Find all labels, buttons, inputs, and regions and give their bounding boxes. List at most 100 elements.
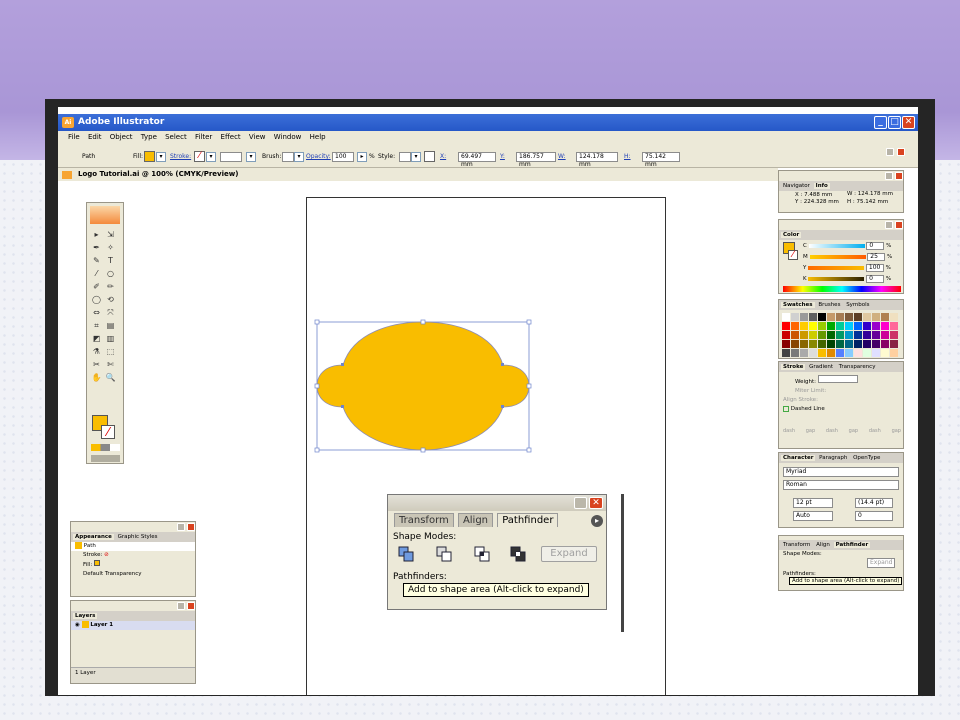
tab-pathfinder[interactable]: Pathfinder xyxy=(497,513,559,527)
appearance-close[interactable] xyxy=(187,523,195,531)
color-swatch[interactable] xyxy=(809,331,817,339)
color-swatch[interactable] xyxy=(818,322,826,330)
scale-tool-icon[interactable]: ⟲ xyxy=(104,294,117,306)
opacity-input[interactable]: 100 xyxy=(332,152,354,162)
menu-effect[interactable]: Effect xyxy=(221,133,241,141)
color-swatch[interactable] xyxy=(809,322,817,330)
color-swatch[interactable] xyxy=(818,349,826,357)
color-swatch[interactable] xyxy=(791,331,799,339)
channel-c-slider[interactable] xyxy=(808,243,865,248)
rotate-tool-icon[interactable]: ◯ xyxy=(90,294,103,306)
color-swatch[interactable] xyxy=(872,340,880,348)
color-swatch[interactable] xyxy=(863,349,871,357)
visibility-eye-icon[interactable]: ◉ xyxy=(75,622,80,628)
color-swatch[interactable] xyxy=(809,313,817,321)
tab-character[interactable]: Character xyxy=(781,455,816,461)
scissors-tool-icon[interactable]: ✂ xyxy=(90,359,103,371)
color-swatch[interactable] xyxy=(827,340,835,348)
gradient-tool-icon[interactable]: ▥ xyxy=(104,333,117,345)
blend-tool-icon[interactable]: ⬚ xyxy=(104,346,117,358)
color-swatch[interactable] xyxy=(827,331,835,339)
tab-opentype[interactable]: OpenType xyxy=(851,455,882,461)
stroke-dropdown[interactable]: ▾ xyxy=(206,152,216,162)
menu-object[interactable]: Object xyxy=(110,133,133,141)
color-swatch[interactable] xyxy=(818,313,826,321)
color-swatch[interactable] xyxy=(836,340,844,348)
direct-selection-tool-icon[interactable]: ⇲ xyxy=(104,229,117,241)
color-swatch[interactable] xyxy=(827,322,835,330)
color-swatch[interactable] xyxy=(881,340,889,348)
tab-transform-small[interactable]: Transform xyxy=(781,542,812,548)
color-swatch[interactable] xyxy=(809,349,817,357)
tracking-input[interactable]: 0 xyxy=(855,511,893,521)
font-family-select[interactable]: Myriad xyxy=(783,467,899,477)
color-swatch[interactable] xyxy=(791,313,799,321)
expand-button[interactable]: Expand xyxy=(541,546,597,562)
leading-input[interactable]: (14.4 pt) xyxy=(855,498,893,508)
menu-filter[interactable]: Filter xyxy=(195,133,212,141)
eyedropper-tool-icon[interactable]: ⚗ xyxy=(90,346,103,358)
style-swatch[interactable] xyxy=(399,152,411,162)
stroke-none-swatch[interactable]: ⁄ xyxy=(194,151,205,162)
color-swatch[interactable] xyxy=(836,349,844,357)
opacity-dropdown[interactable]: ▸ xyxy=(357,152,367,162)
color-swatch[interactable] xyxy=(890,340,898,348)
menu-file[interactable]: File xyxy=(68,133,80,141)
tab-layers[interactable]: Layers xyxy=(73,613,98,619)
eraser-tool-icon[interactable]: ✏ xyxy=(104,281,117,293)
color-minimize[interactable] xyxy=(885,221,893,229)
color-stroke-swatch[interactable]: ⁄ xyxy=(788,250,798,260)
selected-path-shape[interactable] xyxy=(313,317,533,457)
color-swatch[interactable] xyxy=(881,331,889,339)
pathfinder-zoomed-minimize[interactable] xyxy=(574,497,587,509)
color-swatch[interactable] xyxy=(872,313,880,321)
subtract-from-shape-area-icon[interactable] xyxy=(436,546,452,562)
appearance-transparency-row[interactable]: Default Transparency xyxy=(71,570,195,579)
color-swatch[interactable] xyxy=(863,340,871,348)
layers-minimize[interactable] xyxy=(177,602,185,610)
pencil-tool-icon[interactable]: ✎ xyxy=(90,255,103,267)
tab-transform[interactable]: Transform xyxy=(394,513,454,527)
color-swatch[interactable] xyxy=(845,331,853,339)
color-swatch[interactable] xyxy=(863,322,871,330)
type-tool-icon[interactable]: T xyxy=(104,255,117,267)
color-swatch[interactable] xyxy=(782,313,790,321)
brush-swatch[interactable] xyxy=(282,152,294,162)
screen-mode-buttons[interactable] xyxy=(91,455,120,462)
layer-row[interactable]: ◉ Layer 1 xyxy=(71,621,195,630)
channel-m[interactable]: M 25 % xyxy=(803,252,903,263)
fill-dropdown[interactable]: ▾ xyxy=(156,152,166,162)
tab-gradient[interactable]: Gradient xyxy=(807,364,835,370)
appearance-item[interactable]: Path xyxy=(71,542,195,551)
channel-y-slider[interactable] xyxy=(808,265,865,270)
menu-edit[interactable]: Edit xyxy=(88,133,102,141)
menu-help[interactable]: Help xyxy=(310,133,326,141)
color-swatch[interactable] xyxy=(845,349,853,357)
brush-tool-icon[interactable]: ✐ xyxy=(90,281,103,293)
opacity-label[interactable]: Opacity: xyxy=(306,153,331,160)
menu-type[interactable]: Type xyxy=(141,133,157,141)
style-dropdown[interactable]: ▾ xyxy=(411,152,421,162)
navigator-close[interactable] xyxy=(895,172,903,180)
color-swatch[interactable] xyxy=(818,340,826,348)
tab-graphic-styles[interactable]: Graphic Styles xyxy=(116,534,160,540)
color-swatch[interactable] xyxy=(863,331,871,339)
channel-c[interactable]: C 0 % xyxy=(803,241,903,252)
x-input[interactable]: 69.497 mm xyxy=(458,152,496,168)
w-label[interactable]: W: xyxy=(558,153,566,160)
color-swatch[interactable] xyxy=(881,313,889,321)
weight-input[interactable] xyxy=(817,375,858,383)
appearance-minimize[interactable] xyxy=(177,523,185,531)
color-swatch[interactable] xyxy=(890,349,898,357)
navigator-minimize[interactable] xyxy=(885,172,893,180)
color-swatch[interactable] xyxy=(872,331,880,339)
color-swatch[interactable] xyxy=(836,331,844,339)
color-swatch[interactable] xyxy=(782,349,790,357)
w-input[interactable]: 124.178 mm xyxy=(576,152,618,168)
color-swatch[interactable] xyxy=(854,340,862,348)
font-size-input[interactable]: 12 pt xyxy=(793,498,833,508)
color-swatch[interactable] xyxy=(836,322,844,330)
channel-m-slider[interactable] xyxy=(809,254,866,259)
tab-info[interactable]: Info xyxy=(813,183,830,189)
color-swatch[interactable] xyxy=(782,340,790,348)
